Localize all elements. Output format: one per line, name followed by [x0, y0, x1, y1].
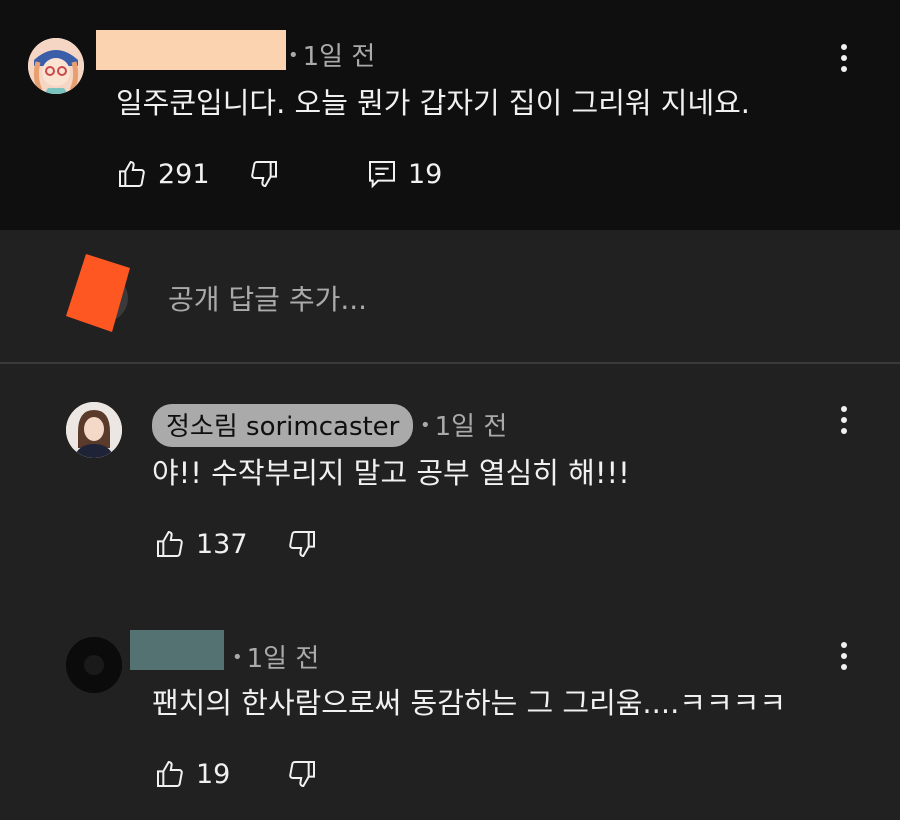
reply-avatar[interactable]	[66, 637, 122, 693]
comment-text: 팬치의 한사람으로써 동감하는 그 그리움....ㅋㅋㅋㅋ	[152, 686, 787, 720]
top-comment: • 1일 전 일주쿤입니다. 오늘 뭔가 갑자기 집이 그리워 지네요. 291 …	[0, 0, 900, 230]
separator-dot: •	[288, 45, 299, 66]
dislike-button[interactable]	[248, 158, 280, 190]
reply-count: 19	[408, 158, 443, 190]
author-name-chip[interactable]: 정소림 sorimcaster	[152, 404, 414, 447]
like-count: 137	[196, 528, 248, 560]
thumbs-down-icon	[248, 158, 280, 190]
comment-meta: • 1일 전	[288, 36, 375, 73]
dislike-button[interactable]	[286, 528, 318, 560]
more-vert-icon[interactable]	[840, 44, 848, 72]
thumbs-up-icon	[116, 158, 148, 190]
dislike-button[interactable]	[286, 758, 318, 790]
reply-input[interactable]: 공개 답글 추가...	[168, 278, 367, 318]
thumbs-down-icon	[286, 758, 318, 790]
comment-text: 야!! 수작부리지 말고 공부 열심히 해!!!	[152, 456, 630, 490]
comment-meta: • 1일 전	[232, 638, 319, 675]
comment-time: 1일 전	[434, 412, 508, 442]
more-vert-icon[interactable]	[840, 642, 848, 670]
like-count: 291	[158, 158, 210, 190]
thumbs-down-icon	[286, 528, 318, 560]
reply-input-bar	[0, 230, 900, 364]
like-button[interactable]: 19	[154, 758, 230, 790]
separator-dot: •	[232, 647, 243, 668]
like-button[interactable]: 291	[116, 158, 210, 190]
author-name-redacted	[96, 30, 286, 70]
reply-avatar[interactable]	[66, 402, 122, 458]
separator-dot: •	[420, 415, 431, 436]
comment-time: 1일 전	[246, 644, 320, 674]
top-comment-avatar[interactable]	[28, 38, 84, 94]
like-count: 19	[196, 758, 231, 790]
comment-meta: • 1일 전	[420, 406, 507, 443]
comment-text: 일주쿤입니다. 오늘 뭔가 갑자기 집이 그리워 지네요.	[116, 86, 751, 120]
author-name-redacted	[130, 630, 224, 670]
thumbs-up-icon	[154, 758, 186, 790]
thumbs-up-icon	[154, 528, 186, 560]
like-button[interactable]: 137	[154, 528, 248, 560]
reply-comment-icon	[366, 158, 398, 190]
more-vert-icon[interactable]	[840, 406, 848, 434]
replies-button[interactable]: 19	[366, 158, 442, 190]
comment-time: 1일 전	[302, 42, 376, 72]
user-avatar-redacted[interactable]	[66, 254, 130, 332]
